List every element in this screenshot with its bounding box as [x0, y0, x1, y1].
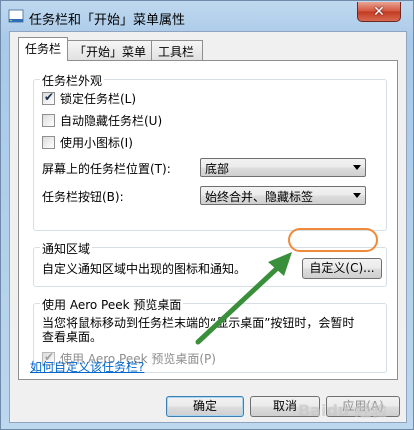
annotation-arrow-icon — [195, 252, 292, 345]
tab-taskbar[interactable]: 任务栏 — [18, 37, 68, 61]
baidu-watermark: Baidu 经验 — [296, 392, 406, 426]
svg-text:Baidu 经验: Baidu 经验 — [298, 401, 388, 420]
baidu-logo-icon: Baidu 经验 — [298, 401, 388, 420]
